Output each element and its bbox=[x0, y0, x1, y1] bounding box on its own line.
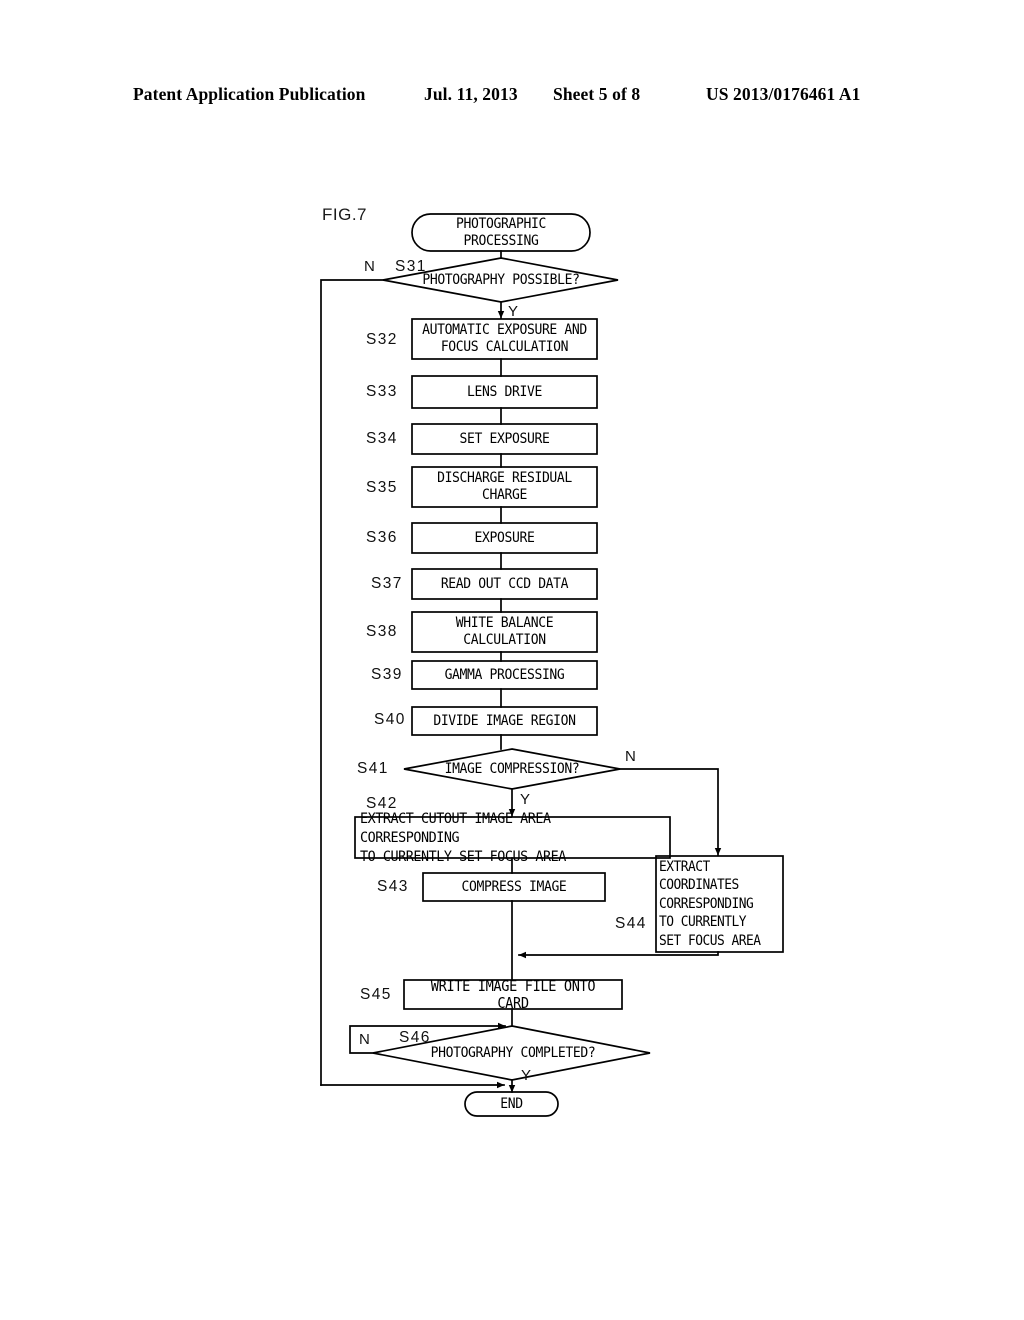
s46-decision-label: PHOTOGRAPHY COMPLETED? bbox=[430, 1044, 596, 1061]
step-label-s41: S41 bbox=[357, 760, 389, 777]
step-label-s31: S31 bbox=[395, 258, 427, 275]
s41-decision-label: IMAGE COMPRESSION? bbox=[444, 760, 580, 777]
branch-label-s46-yes: Y bbox=[521, 1067, 532, 1084]
step-label-s42: S42 bbox=[366, 795, 398, 812]
end-terminal-label: END bbox=[500, 1095, 523, 1112]
branch-label-s41-yes: Y bbox=[520, 791, 531, 808]
step-label-s36: S36 bbox=[366, 529, 398, 546]
s33-process-label: LENS DRIVE bbox=[467, 383, 542, 400]
branch-label-s41-no: N bbox=[625, 748, 636, 765]
s37-process-label: READ OUT CCD DATA bbox=[440, 575, 569, 592]
s32-process-label: AUTOMATIC EXPOSURE AND FOCUS CALCULATION bbox=[422, 322, 587, 355]
s36-process-label: EXPOSURE bbox=[474, 529, 535, 546]
step-label-s44: S44 bbox=[615, 915, 647, 932]
step-label-s37: S37 bbox=[371, 575, 403, 592]
s40-process-label: DIVIDE IMAGE REGION bbox=[433, 712, 576, 729]
step-label-s35: S35 bbox=[366, 479, 398, 496]
step-label-s38: S38 bbox=[366, 623, 398, 640]
step-label-s40: S40 bbox=[374, 711, 406, 728]
step-label-s39: S39 bbox=[371, 666, 403, 683]
s45-process-label: WRITE IMAGE FILE ONTO CARD bbox=[430, 977, 596, 1012]
s42-process-label: EXTRACT CUTOUT IMAGE AREA CORRESPONDING … bbox=[360, 810, 566, 865]
branch-label-s31-no: N bbox=[364, 258, 375, 275]
flowchart-figure: FIG.7 PHOTOGRAPHIC PROCESSING PHOTOGRAPH… bbox=[0, 0, 1024, 1320]
step-label-s46: S46 bbox=[399, 1029, 431, 1046]
branch-label-s31-yes: Y bbox=[508, 303, 519, 320]
s34-process-label: SET EXPOSURE bbox=[459, 430, 550, 447]
step-label-s32: S32 bbox=[366, 331, 398, 348]
s43-process-label: COMPRESS IMAGE bbox=[461, 878, 567, 895]
s38-process-label: WHITE BALANCE CALCULATION bbox=[455, 615, 554, 648]
step-label-s34: S34 bbox=[366, 430, 398, 447]
branch-label-s46-no: N bbox=[359, 1031, 370, 1048]
step-label-s45: S45 bbox=[360, 986, 392, 1003]
flowchart-vector-layer bbox=[320, 213, 784, 1117]
s31-decision-label: PHOTOGRAPHY POSSIBLE? bbox=[422, 271, 580, 288]
s44-process-label: EXTRACT COORDINATES CORRESPONDING TO CUR… bbox=[659, 858, 761, 949]
step-label-s43: S43 bbox=[377, 878, 409, 895]
s35-process-label: DISCHARGE RESIDUAL CHARGE bbox=[437, 470, 572, 503]
s39-process-label: GAMMA PROCESSING bbox=[444, 666, 565, 683]
start-terminal-label: PHOTOGRAPHIC PROCESSING bbox=[456, 215, 546, 249]
step-label-s33: S33 bbox=[366, 383, 398, 400]
